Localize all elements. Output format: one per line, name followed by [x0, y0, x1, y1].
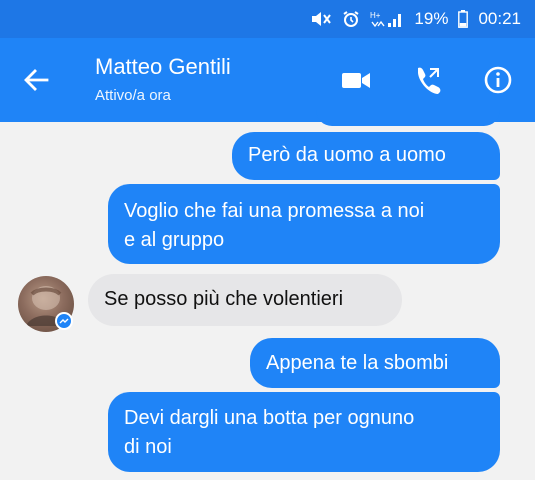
previous-message-bubble[interactable]	[316, 106, 500, 126]
back-arrow-icon	[24, 69, 49, 91]
message-bubble-outgoing[interactable]: Però da uomo a uomo	[232, 132, 500, 180]
info-button[interactable]	[478, 62, 518, 98]
mute-icon	[310, 11, 332, 27]
contact-status: Attivo/a ora	[95, 87, 171, 104]
video-call-icon	[342, 73, 370, 88]
svg-text:H+: H+	[370, 11, 381, 20]
message-bubble-outgoing[interactable]: Devi dargli una botta per ognuno di noi	[108, 392, 500, 472]
phone-call-icon	[418, 67, 441, 94]
message-text: Però da uomo a uomo	[248, 144, 446, 166]
messenger-badge-icon	[55, 312, 73, 330]
video-call-button[interactable]	[336, 62, 376, 98]
message-text-line: Devi dargli una botta per ognuno	[124, 407, 415, 429]
message-text-line: Voglio che fai una promessa a noi	[124, 200, 425, 222]
back-button[interactable]	[18, 64, 54, 96]
message-bubble-incoming[interactable]: Se posso più che volentieri	[88, 274, 402, 326]
message-text-line: di noi	[124, 436, 172, 458]
message-text-line: e al gruppo	[124, 229, 225, 251]
battery-percent: 19%	[414, 9, 449, 28]
alarm-icon	[342, 10, 360, 28]
message-thread[interactable]: Però da uomo a uomo Voglio che fai una p…	[0, 106, 535, 480]
phone-call-button[interactable]	[408, 62, 448, 98]
battery-icon	[458, 10, 469, 28]
status-bar: H+ 19% 00:21	[0, 0, 535, 38]
message-bubble-outgoing[interactable]: Voglio che fai una promessa a noi e al g…	[108, 184, 500, 264]
contact-name[interactable]: Matteo Gentili	[95, 54, 231, 80]
message-bubble-outgoing[interactable]: Appena te la sbombi	[250, 338, 500, 388]
clock: 00:21	[478, 9, 521, 28]
signal-icon: H+	[370, 10, 404, 28]
message-text: Se posso più che volentieri	[104, 288, 344, 310]
message-text: Appena te la sbombi	[266, 352, 449, 374]
info-icon	[484, 66, 512, 94]
